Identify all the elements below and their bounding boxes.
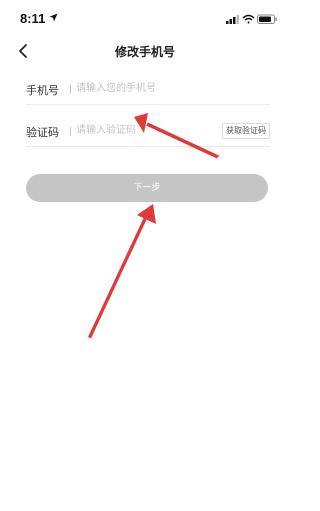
battery-icon [257,14,277,24]
page-title: 修改手机号 [114,45,175,59]
phone-row: 手机号 [26,74,270,105]
wifi-icon [242,14,255,24]
phone-label: 手机号 [26,84,59,97]
code-row: 验证码 获取验证码 [26,116,270,147]
code-divider [70,127,71,136]
status-icons [226,14,277,24]
phone-divider [70,85,71,94]
location-arrow-icon [49,13,58,22]
cellular-signal-icon [226,15,239,24]
status-time: 8:11 [20,11,46,26]
code-input[interactable] [76,120,216,140]
next-button[interactable]: 下一步 [26,174,268,202]
nav-bar: 修改手机号 [0,38,290,64]
get-code-button[interactable]: 获取验证码 [222,123,270,139]
status-bar: 8:11 [0,0,290,40]
arrow-to-next-button [88,204,156,339]
phone-input[interactable] [76,78,256,98]
code-label: 验证码 [26,126,59,139]
